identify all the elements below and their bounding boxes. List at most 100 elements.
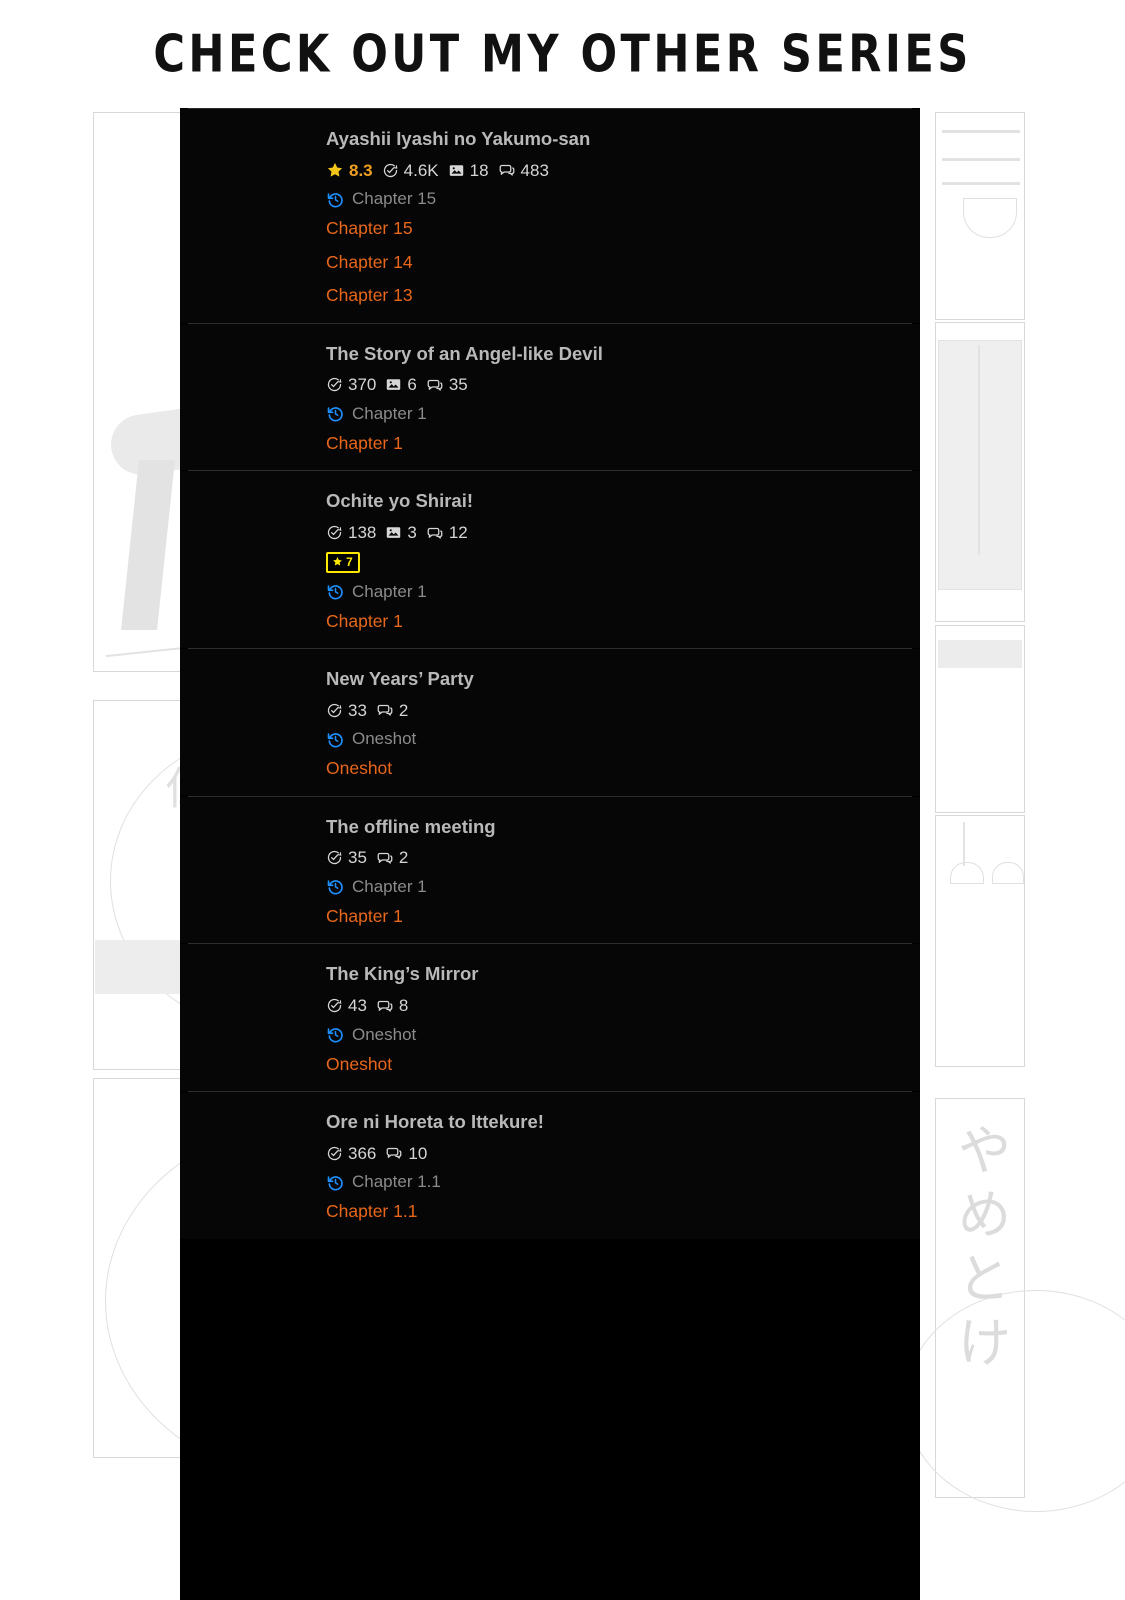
- comment-icon: [377, 852, 393, 864]
- series-card[interactable]: The Story of an Angel-like Devil 370 6 3…: [180, 323, 920, 471]
- page-title-text: CHECK OUT MY OTHER SERIES: [153, 23, 972, 85]
- chapter-link[interactable]: Oneshot: [326, 1055, 910, 1074]
- series-title[interactable]: Ochite yo Shirai!: [326, 490, 910, 512]
- series-card[interactable]: The offline meeting 35 2 Chapter 1 Chapt…: [180, 796, 920, 944]
- series-stats: 138 3 12: [326, 524, 910, 542]
- chapter-link[interactable]: Chapter 1.1: [326, 1203, 910, 1221]
- series-stats: 8.3 4.6K 18 483: [326, 161, 910, 179]
- images-stat: 6: [385, 375, 417, 395]
- last-read-label: Oneshot: [352, 1024, 417, 1044]
- views-stat: 370: [326, 376, 376, 393]
- last-read-label: Chapter 1.1: [352, 1172, 441, 1192]
- images-stat: 3: [385, 523, 417, 543]
- last-read-label: Oneshot: [352, 729, 417, 749]
- images-stat: 18: [448, 162, 489, 179]
- series-title[interactable]: New Years’ Party: [326, 668, 910, 690]
- series-list: 八雲さん あやしい癒しの ピュア Ayashii Iyashi no Yakum…: [180, 109, 920, 1239]
- series-card[interactable]: New Years’ Party 33 2 Oneshot Oneshot: [180, 649, 920, 796]
- views-icon: [327, 1146, 342, 1160]
- comments-stat: 483: [498, 161, 549, 179]
- rank-badge-value: 7: [346, 554, 353, 569]
- series-title[interactable]: Ore ni Horeta to Ittekure!: [326, 1111, 910, 1133]
- views-icon: [383, 163, 398, 177]
- series-stats: 370 6 35: [326, 376, 910, 394]
- views-value: 4.6K: [403, 160, 439, 180]
- images-value: 18: [469, 160, 489, 180]
- bg-shelf-2: [942, 158, 1020, 161]
- series-list-panel: 八雲さん あやしい癒しの ピュア Ayashii Iyashi no Yakum…: [180, 108, 920, 1600]
- comments-value: 10: [408, 1143, 428, 1163]
- last-read-row: Oneshot: [326, 729, 910, 749]
- comments-value: 483: [520, 160, 549, 180]
- bg-sofa-seam: [978, 345, 980, 555]
- bg-lamp-2: [992, 862, 1024, 884]
- comments-value: 12: [448, 523, 468, 543]
- series-title[interactable]: The Story of an Angel-like Devil: [326, 343, 910, 365]
- series-card[interactable]: Ore ni Horeta to Ittekure! 366 10 Chapte…: [180, 1092, 920, 1239]
- history-icon: [327, 732, 343, 748]
- rating-value: 8.3: [349, 160, 373, 180]
- views-stat: 366: [326, 1145, 376, 1162]
- images-value: 3: [407, 523, 417, 543]
- chapter-link[interactable]: Chapter 14: [326, 253, 910, 272]
- comments-stat: 8: [376, 997, 408, 1015]
- bg-sofa: [938, 340, 1022, 590]
- series-stats: 366 10: [326, 1144, 910, 1162]
- comments-stat: 12: [426, 524, 468, 542]
- comments-stat: 2: [376, 701, 408, 719]
- series-title[interactable]: The King’s Mirror: [326, 963, 910, 985]
- star-icon: [333, 557, 342, 566]
- last-read-row: Chapter 1: [326, 877, 910, 897]
- series-info: The offline meeting 35 2 Chapter 1 Chapt…: [303, 813, 910, 928]
- chapter-link[interactable]: Chapter 15: [326, 220, 910, 238]
- views-icon: [327, 998, 342, 1013]
- badge-row: 7: [326, 551, 910, 573]
- comments-value: 2: [398, 700, 409, 720]
- comment-icon: [427, 379, 443, 391]
- image-count-icon: [387, 379, 401, 391]
- series-title[interactable]: Ayashii Iyashi no Yakumo-san: [326, 128, 910, 150]
- last-read-label: Chapter 1: [352, 581, 427, 601]
- star-icon: [327, 163, 343, 177]
- series-card[interactable]: The King’s Mirror 43 8 Oneshot Oneshot: [180, 944, 920, 1092]
- views-value: 33: [348, 700, 367, 720]
- bg-panel-right-4: [935, 815, 1025, 1067]
- series-stats: 43 8: [326, 997, 910, 1015]
- image-count-icon: [387, 527, 401, 538]
- last-read-label: Chapter 15: [352, 189, 437, 209]
- history-icon: [327, 407, 343, 422]
- history-icon: [327, 585, 343, 600]
- views-stat: 33: [326, 702, 367, 719]
- chapter-link[interactable]: Chapter 1: [326, 434, 910, 453]
- series-stats: 35 2: [326, 849, 910, 867]
- comment-icon: [499, 165, 514, 176]
- history-icon: [327, 1176, 343, 1191]
- bg-lamp: [950, 862, 984, 884]
- comments-value: 8: [398, 996, 409, 1016]
- chapter-link[interactable]: Oneshot: [326, 760, 910, 778]
- series-card[interactable]: 八雲さん あやしい癒しの ピュア Ayashii Iyashi no Yakum…: [180, 109, 920, 323]
- views-value: 370: [348, 375, 377, 395]
- bg-floor: [938, 640, 1022, 668]
- chapter-link[interactable]: Chapter 1: [326, 907, 910, 926]
- series-info: Ochite yo Shirai! 138 3 12 7 Chapter 1 C…: [303, 487, 910, 632]
- views-icon: [327, 525, 342, 540]
- last-read-label: Chapter 1: [352, 876, 427, 896]
- chapter-link[interactable]: Chapter 13: [326, 287, 910, 305]
- views-value: 35: [348, 848, 367, 868]
- series-title[interactable]: The offline meeting: [326, 816, 910, 838]
- views-icon: [327, 851, 342, 865]
- views-value: 43: [348, 996, 367, 1016]
- views-stat: 35: [326, 849, 367, 866]
- views-stat: 138: [326, 524, 376, 541]
- series-card[interactable]: Ochite yo Shirai! 138 3 12 7 Chapter 1 C…: [180, 471, 920, 649]
- image-count-icon: [449, 164, 463, 176]
- views-value: 138: [348, 523, 377, 543]
- comments-stat: 10: [385, 1144, 427, 1162]
- views-value: 366: [348, 1143, 377, 1163]
- chapter-link[interactable]: Chapter 1: [326, 612, 910, 631]
- last-read-label: Chapter 1: [352, 403, 427, 423]
- images-value: 6: [407, 375, 417, 395]
- views-icon: [327, 703, 342, 717]
- history-icon: [327, 1028, 343, 1043]
